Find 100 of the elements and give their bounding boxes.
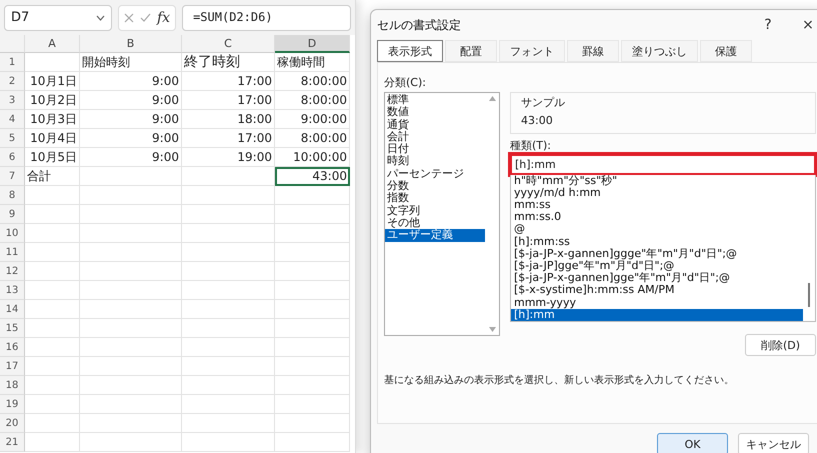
format-item[interactable]: [$-x-systime]h:mm:ss AM/PM <box>511 284 803 297</box>
row-header[interactable]: 5 <box>0 129 25 148</box>
row-header[interactable]: 16 <box>0 338 25 357</box>
column-header[interactable]: B <box>80 35 182 53</box>
row-header[interactable]: 3 <box>0 91 25 110</box>
category-item[interactable]: パーセンテージ <box>385 168 485 180</box>
category-label: 分類(C): <box>384 75 427 90</box>
format-item[interactable]: [$-ja-JP-x-gannen]gge"年"m"月"d"日";@ <box>511 272 803 284</box>
tab[interactable]: 配置 <box>445 40 497 62</box>
table-cell: 10月2日 <box>25 91 80 110</box>
row-header[interactable]: 12 <box>0 262 25 281</box>
help-button[interactable]: ? <box>753 17 783 33</box>
row-header[interactable]: 21 <box>0 433 25 452</box>
category-item[interactable]: その他 <box>385 216 485 230</box>
ok-button[interactable]: OK <box>657 433 728 453</box>
delete-button[interactable]: 削除(D) <box>745 334 816 356</box>
row-header[interactable]: 15 <box>0 319 25 338</box>
tab[interactable]: 塗りつぶし <box>621 40 698 62</box>
formula-field[interactable]: =SUM(D2:D6) <box>182 4 351 30</box>
format-item[interactable]: mmm-yyyy <box>511 296 803 309</box>
table-cell: 9:00:00 <box>275 110 350 129</box>
scroll-down-icon[interactable] <box>488 327 496 332</box>
insert-function-button[interactable]: fx <box>157 10 170 26</box>
format-item[interactable]: @ <box>511 223 803 236</box>
row-header[interactable]: 17 <box>0 357 25 376</box>
category-item[interactable]: 会計 <box>385 130 485 144</box>
category-item[interactable]: 標準 <box>385 94 485 106</box>
column-header[interactable]: D <box>275 35 350 53</box>
table-cell: 9:00 <box>80 91 182 110</box>
table-cell: 10:00:00 <box>275 148 350 167</box>
format-item[interactable]: [$-ja-JP-x-gannen]ggge"年"m"月"d"日";@ <box>511 248 803 260</box>
table-cell: 8:00:00 <box>275 72 350 91</box>
category-item[interactable]: 通貨 <box>385 118 485 131</box>
cancel-button[interactable]: キャンセル <box>738 433 809 453</box>
row-header[interactable]: 20 <box>0 414 25 433</box>
row-header[interactable]: 11 <box>0 243 25 262</box>
table-cell: 稼働時間 <box>275 53 350 72</box>
row-header[interactable]: 9 <box>0 205 25 224</box>
column-header[interactable]: A <box>25 35 80 53</box>
table-cell: 9:00 <box>80 129 182 148</box>
close-button[interactable]: × <box>793 17 817 33</box>
check-icon[interactable] <box>140 13 151 22</box>
category-item[interactable]: ユーザー定義 <box>385 229 485 242</box>
tab[interactable]: フォント <box>499 40 565 62</box>
tab[interactable]: 表示形式 <box>377 40 443 62</box>
row-header[interactable]: 8 <box>0 186 25 205</box>
select-all-corner[interactable] <box>0 35 25 53</box>
category-item[interactable]: 数値 <box>385 106 485 119</box>
dialog-title: セルの書式設定 <box>377 16 462 34</box>
row-header[interactable]: 14 <box>0 300 25 319</box>
chevron-down-icon <box>96 14 105 20</box>
table-cell: 19:00 <box>182 148 275 167</box>
category-item[interactable]: 文字列 <box>385 204 485 217</box>
table-cell: 10月5日 <box>25 148 80 167</box>
type-field[interactable]: [h]:mm <box>510 154 816 175</box>
table-cell: 18:00 <box>182 110 275 129</box>
tab[interactable]: 保護 <box>700 40 752 62</box>
column-header[interactable]: C <box>182 35 275 53</box>
sample-label: サンプル <box>521 95 566 110</box>
cancel-icon[interactable] <box>124 12 134 22</box>
table-cell: 終了時刻 <box>182 53 275 72</box>
sample-value: 43:00 <box>521 114 554 127</box>
table-cell: 10月4日 <box>25 129 80 148</box>
cell-reference: D7 <box>11 10 30 25</box>
table-cell: 合計 <box>25 167 80 186</box>
table-cell: 8:00:00 <box>275 91 350 110</box>
scroll-up-icon[interactable] <box>488 96 496 101</box>
table-cell: 9:00 <box>80 148 182 167</box>
row-header[interactable]: 19 <box>0 395 25 414</box>
type-label: 種類(T): <box>510 138 552 153</box>
format-item[interactable]: [$-ja-JP]gge"年"m"月"d"日";@ <box>511 260 803 272</box>
category-list[interactable]: 標準 数値 通貨 会計 日付 時刻 パーセンテージ 分数 指数 文字列 その他 ユーザー定義 <box>384 92 500 336</box>
tab[interactable]: 罫線 <box>567 40 619 62</box>
category-item[interactable]: 時刻 <box>385 155 485 168</box>
name-box[interactable]: D7 <box>4 4 112 30</box>
row-header[interactable]: 7 <box>0 167 25 186</box>
table-cell: 9:00 <box>80 72 182 91</box>
row-header[interactable]: 1 <box>0 53 25 72</box>
row-header[interactable]: 18 <box>0 376 25 395</box>
format-item[interactable]: mm:ss <box>511 198 803 212</box>
table-cell: 開始時刻 <box>80 53 182 72</box>
category-item[interactable]: 日付 <box>385 143 485 156</box>
table-cell: 17:00 <box>182 91 275 110</box>
category-item[interactable]: 分数 <box>385 180 485 192</box>
description-text: 基になる組み込みの表示形式を選択し、新しい表示形式を入力してください。 <box>384 375 734 386</box>
table-cell: 8:00:00 <box>275 129 350 148</box>
row-header[interactable]: 4 <box>0 110 25 129</box>
row-header[interactable]: 6 <box>0 148 25 167</box>
category-item[interactable]: 指数 <box>385 192 485 205</box>
scrollbar-thumb[interactable] <box>808 283 810 307</box>
row-header[interactable]: 13 <box>0 281 25 300</box>
table-cell: 9:00 <box>80 110 182 129</box>
format-item[interactable]: [h]:mm:ss <box>511 236 803 248</box>
format-item[interactable]: [h]:mm <box>511 308 803 321</box>
format-item[interactable]: mm:ss.0 <box>511 211 803 224</box>
table-cell: 43:00 <box>275 167 350 186</box>
format-item[interactable]: yyyy/m/d h:mm <box>511 186 803 199</box>
table-cell: 17:00 <box>182 129 275 148</box>
row-header[interactable]: 2 <box>0 72 25 91</box>
row-header[interactable]: 10 <box>0 224 25 243</box>
